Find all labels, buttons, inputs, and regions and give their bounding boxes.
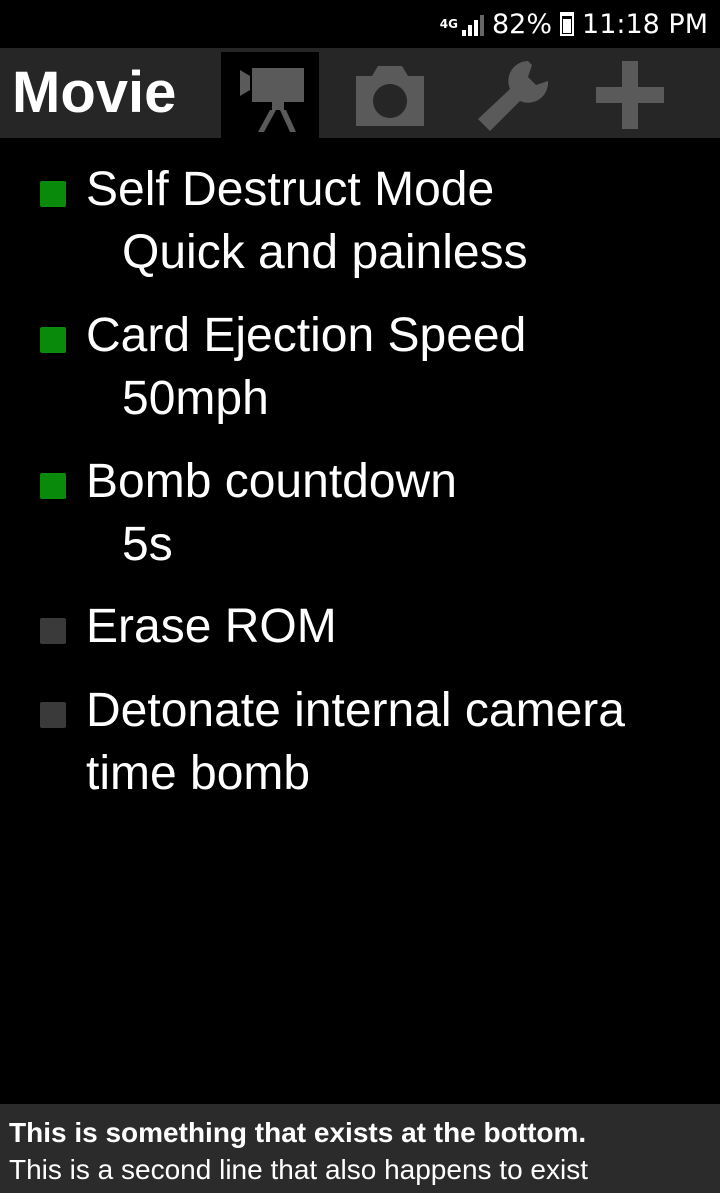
bottom-info-bar: This is something that exists at the bot…: [0, 1104, 720, 1193]
setting-label: Detonate internal camera: [86, 684, 625, 737]
page-title: Movie: [12, 60, 177, 125]
battery-icon: [560, 12, 575, 36]
tab-settings[interactable]: [461, 52, 559, 138]
tab-camera[interactable]: [341, 52, 439, 138]
setting-label: Erase ROM: [86, 600, 337, 653]
tab-add[interactable]: [581, 52, 679, 138]
status-indicator: [40, 618, 66, 644]
app-header: Movie: [0, 48, 720, 138]
clock: 11:18 PM: [582, 8, 708, 40]
setting-label: Bomb countdown: [86, 455, 457, 508]
setting-label: Card Ejection Speed: [86, 309, 527, 362]
setting-value: 50mph: [122, 372, 269, 425]
signal-strength-icon: [462, 12, 484, 36]
footer-line-1: This is something that exists at the bot…: [9, 1117, 587, 1148]
footer-line-2: This is a second line that also happens …: [9, 1154, 589, 1185]
status-indicator: [40, 181, 66, 207]
network-type-indicator: 4G: [439, 16, 458, 31]
status-bar: 4G 82% 11:18 PM: [0, 0, 720, 48]
plus-icon: [596, 61, 664, 129]
status-indicator: [40, 702, 66, 728]
tab-movie[interactable]: [221, 52, 319, 138]
status-indicator: [40, 473, 66, 499]
movie-camera-icon: [240, 68, 304, 132]
setting-label-continued: time bomb: [86, 747, 311, 800]
wrench-icon: [478, 61, 549, 131]
camera-icon: [356, 66, 424, 126]
setting-value: 5s: [122, 518, 173, 571]
setting-label: Self Destruct Mode: [86, 163, 495, 216]
setting-value: Quick and painless: [122, 226, 528, 279]
battery-percent: 82%: [492, 8, 553, 40]
status-indicator: [40, 327, 66, 353]
